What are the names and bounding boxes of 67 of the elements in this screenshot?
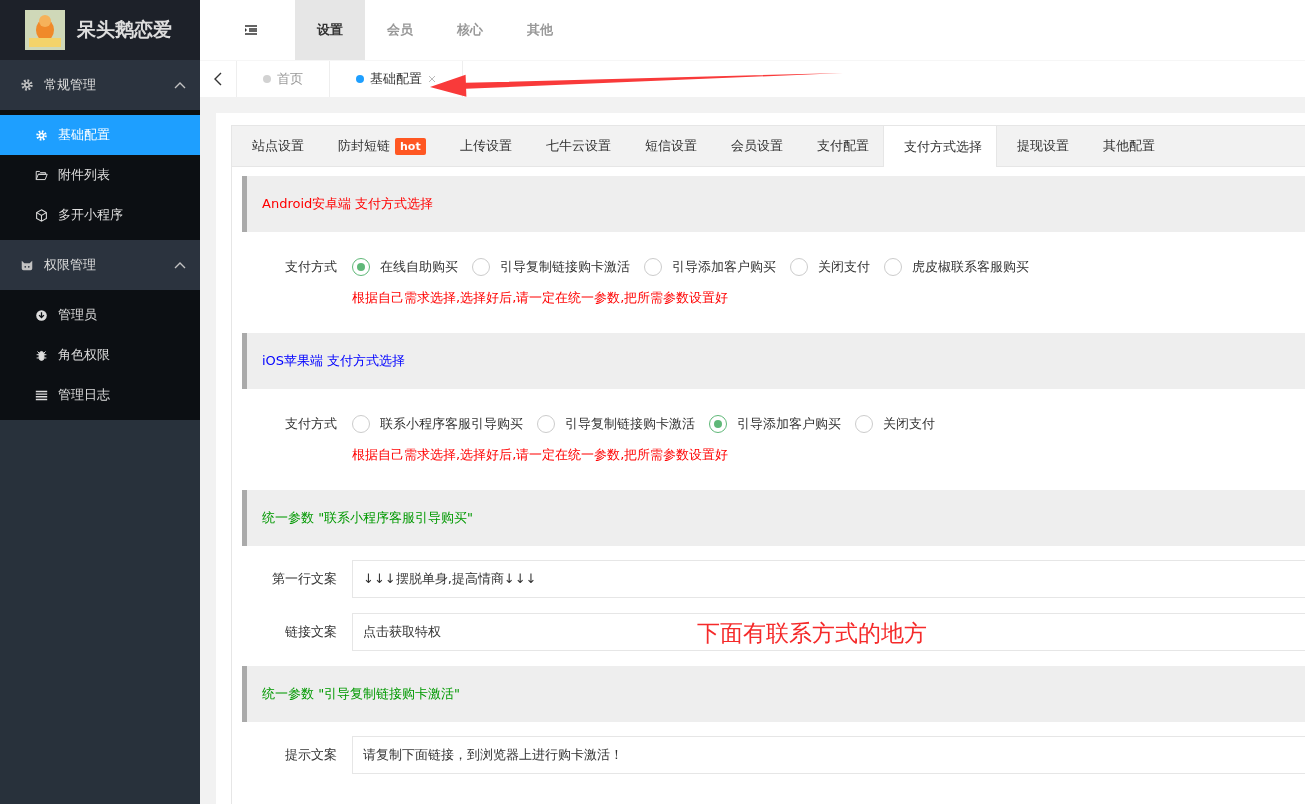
tab-label: 短信设置 <box>644 137 697 155</box>
section-title: 统一参数 "联系小程序客服引导购买" <box>262 509 474 527</box>
sidebar-item[interactable]: 角色权限 <box>0 335 200 375</box>
config-tab[interactable]: 支付配置 <box>796 126 883 166</box>
menu-icon[interactable] <box>244 25 258 35</box>
config-tab[interactable]: 站点设置 <box>232 126 318 166</box>
folder-icon <box>35 168 48 182</box>
sidebar-item[interactable]: 附件列表 <box>0 155 200 195</box>
section-title: iOS苹果端 支付方式选择 <box>262 352 406 370</box>
dot-icon <box>356 75 364 83</box>
brand-name: 呆头鹅恋爱 <box>77 17 172 42</box>
radio-option[interactable]: 虎皮椒联系客服购买 <box>884 258 1029 276</box>
tab-label: 提现设置 <box>1016 137 1069 155</box>
bug-icon <box>35 348 48 362</box>
field-label: 第一行文案 <box>271 570 338 588</box>
tab-label: 会员设置 <box>730 137 783 155</box>
logo-icon <box>25 10 65 50</box>
cat-icon <box>20 258 34 272</box>
radio-option[interactable]: 引导添加客户购买 <box>709 415 841 433</box>
config-tab[interactable]: 其他配置 <box>1082 126 1169 166</box>
input-field[interactable]: 请复制下面链接，到浏览器上进行购卡激活！ <box>352 736 1305 774</box>
hot-badge: hot <box>395 137 426 155</box>
field-label: 链接文案 <box>284 623 338 641</box>
tab-label: 支付方式选择 <box>903 137 982 156</box>
config-tab[interactable]: 七牛云设置 <box>525 126 625 166</box>
radio-option[interactable]: 引导复制链接购卡激活 <box>472 258 630 276</box>
gear-icon <box>35 128 48 142</box>
close-icon[interactable] <box>428 75 436 83</box>
tab-label: 七牛云设置 <box>545 137 611 155</box>
radio-option[interactable]: 关闭支付 <box>855 415 935 433</box>
tab-label: 其他配置 <box>1102 137 1155 155</box>
radio-option[interactable]: 引导添加客户购买 <box>644 258 776 276</box>
dot-icon <box>263 75 271 83</box>
config-tab[interactable]: 会员设置 <box>710 126 797 166</box>
tab-label: 防封短链 <box>338 137 390 155</box>
section-title: 统一参数 "引导复制链接购卡激活" <box>262 685 461 703</box>
config-tab[interactable]: 提现设置 <box>996 126 1083 166</box>
hint-text: 根据自己需求选择,选择好后,请一定在统一参数,把所需参数设置好 <box>352 289 730 307</box>
field-label: 提示文案 <box>284 746 338 764</box>
sidebar-item[interactable]: 管理日志 <box>0 375 200 415</box>
download-icon <box>35 308 48 322</box>
cube-icon <box>35 208 48 222</box>
radio-option[interactable]: 引导复制链接购卡激活 <box>537 415 695 433</box>
tab-label: 支付配置 <box>816 137 869 155</box>
tab-label: 上传设置 <box>459 137 512 155</box>
config-tab[interactable]: 短信设置 <box>624 126 711 166</box>
radio-option[interactable]: 联系小程序客服引导购买 <box>352 415 523 433</box>
config-tab[interactable]: 上传设置 <box>439 126 526 166</box>
input-field[interactable]: ↓↓↓摆脱单身,提高情商↓↓↓ <box>352 560 1305 598</box>
nav-tab[interactable]: 设置 <box>295 0 365 60</box>
radio-option[interactable]: 关闭支付 <box>790 258 870 276</box>
sidebar-item[interactable]: 多开小程序 <box>0 195 200 235</box>
gear-icon <box>20 78 34 92</box>
config-tab[interactable]: 支付方式选择 <box>882 126 997 167</box>
chevron-icon <box>174 261 186 269</box>
field-label: 支付方式 <box>284 415 338 433</box>
back-icon[interactable] <box>214 72 222 86</box>
config-tab[interactable]: 防封短链 hot <box>318 126 440 166</box>
annotation-text: 下面有联系方式的地方 <box>697 619 927 648</box>
section-title: Android安卓端 支付方式选择 <box>262 195 434 213</box>
sidebar-item[interactable]: 管理员 <box>0 295 200 335</box>
tab-label: 站点设置 <box>252 137 304 155</box>
chevron-icon <box>174 81 186 89</box>
radio-option[interactable]: 在线自助购买 <box>352 258 458 276</box>
hint-text: 根据自己需求选择,选择好后,请一定在统一参数,把所需参数设置好 <box>352 446 730 464</box>
list-icon <box>35 388 48 402</box>
field-label: 支付方式 <box>284 258 338 276</box>
